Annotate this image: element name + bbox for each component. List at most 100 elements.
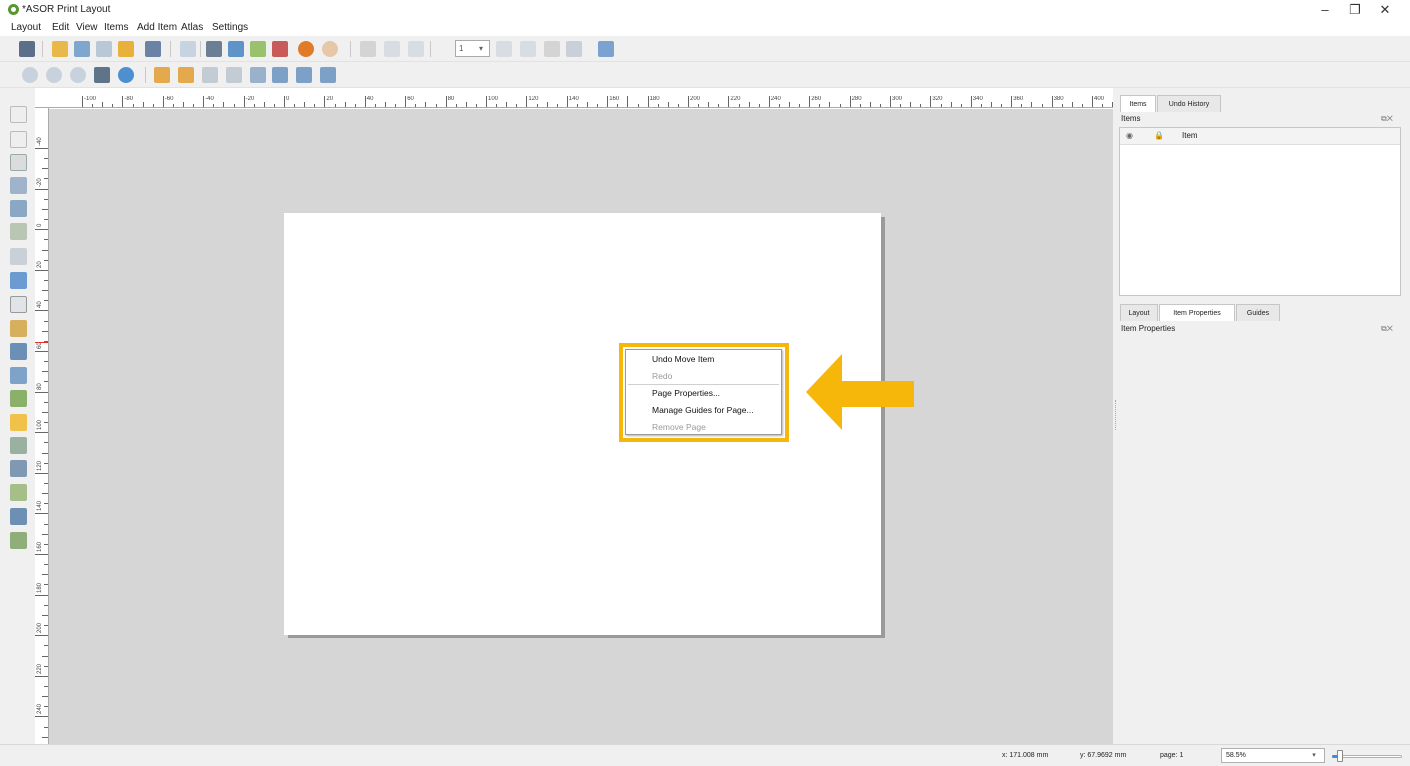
export-svg-icon[interactable] <box>250 41 266 57</box>
manage-guides-menu-item[interactable]: Manage Guides for Page... <box>652 405 754 415</box>
layout-canvas[interactable] <box>49 109 1113 744</box>
zoom-slider-handle[interactable] <box>1337 750 1343 762</box>
add-attribute-table-icon[interactable] <box>10 508 27 525</box>
duplicate-layout-icon[interactable] <box>74 41 90 57</box>
ruler-minor-tick <box>223 102 225 107</box>
chevron-down-icon[interactable]: ▾ <box>472 40 490 57</box>
ruler-label: 180 <box>649 96 660 102</box>
print-icon[interactable] <box>206 41 222 57</box>
chevron-down-icon[interactable]: ▾ <box>1303 748 1325 763</box>
menu-edit[interactable]: Edit <box>52 22 69 33</box>
menu-items[interactable]: Items <box>104 22 128 33</box>
add-html-icon[interactable] <box>10 484 27 501</box>
horizontal-ruler[interactable]: -100 -80 -60 -40 -20 0 20 40 60 80 100 120 140 160 180… <box>35 96 1113 108</box>
add-polyline-icon[interactable] <box>10 437 27 454</box>
resize-items-icon[interactable] <box>320 67 336 83</box>
menu-add-item[interactable]: Add Item <box>137 22 177 33</box>
first-feature-icon[interactable] <box>384 41 400 57</box>
export-image-icon[interactable] <box>228 41 244 57</box>
add-legend-icon[interactable] <box>10 320 27 337</box>
ruler-major-tick <box>162 96 164 107</box>
add-pages-icon[interactable] <box>180 41 196 57</box>
items-tree[interactable]: ◉ 🔒 Item <box>1119 127 1401 296</box>
menu-layout[interactable]: Layout <box>11 22 41 33</box>
add-polygon-icon[interactable] <box>10 460 27 477</box>
items-panel-controls[interactable]: ⧉✕ <box>1381 114 1393 124</box>
ruler-major-tick <box>890 96 891 107</box>
undo-icon[interactable] <box>298 41 314 57</box>
add-shape-icon[interactable] <box>10 390 27 407</box>
group-items-icon[interactable] <box>202 67 218 83</box>
ruler-minor-tick <box>294 104 296 107</box>
ruler-minor-tick <box>42 655 48 657</box>
ruler-minor-tick <box>44 462 48 464</box>
add-scalebar-icon[interactable] <box>10 343 27 360</box>
vertical-ruler[interactable]: -40 -20 0 20 40 60 80 100 120 140 160 180 200 220 240 <box>35 108 49 744</box>
next-feature-icon[interactable] <box>496 41 512 57</box>
export-atlas-icon[interactable] <box>566 41 582 57</box>
refresh-icon[interactable] <box>118 67 134 83</box>
save-layout-icon[interactable] <box>19 41 35 57</box>
lock-icon[interactable]: 🔒 <box>1154 131 1164 140</box>
minimize-button[interactable]: – <box>1310 1 1340 19</box>
move-content-icon[interactable] <box>10 177 27 194</box>
previous-feature-icon[interactable] <box>408 41 424 57</box>
add-map-icon[interactable] <box>10 223 27 240</box>
redo-icon[interactable] <box>322 41 338 57</box>
new-layout-icon[interactable] <box>52 41 68 57</box>
add-3d-map-icon[interactable] <box>10 248 27 265</box>
ruler-minor-tick <box>44 543 48 545</box>
align-items-icon[interactable] <box>272 67 288 83</box>
ruler-major-tick <box>35 675 48 677</box>
export-pdf-icon[interactable] <box>272 41 288 57</box>
undo-move-item-menu-item[interactable]: Undo Move Item <box>652 354 714 364</box>
edit-nodes-icon[interactable] <box>10 200 27 217</box>
properties-panel-controls[interactable]: ⧉✕ <box>1381 324 1393 334</box>
atlas-preview-icon[interactable] <box>360 41 376 57</box>
lower-items-icon[interactable] <box>178 67 194 83</box>
ruler-minor-tick <box>42 208 48 210</box>
layout-manager-icon[interactable] <box>96 41 112 57</box>
page-properties-menu-item[interactable]: Page Properties... <box>652 388 720 398</box>
layout-page[interactable] <box>284 213 881 635</box>
tab-layout[interactable]: Layout <box>1120 304 1158 321</box>
ruler-minor-tick <box>344 102 346 107</box>
tab-undo-history[interactable]: Undo History <box>1157 95 1221 112</box>
distribute-items-icon[interactable] <box>296 67 312 83</box>
add-marker-icon[interactable] <box>10 414 27 431</box>
zoom-full-icon[interactable] <box>94 67 110 83</box>
select-move-icon[interactable] <box>10 154 27 171</box>
ruler-label: 400 <box>1094 96 1105 102</box>
ruler-label: 0 <box>286 96 290 102</box>
lock-items-icon[interactable] <box>250 67 266 83</box>
visibility-eye-icon[interactable]: ◉ <box>1126 131 1133 140</box>
add-north-arrow-icon[interactable] <box>10 367 27 384</box>
maximize-button[interactable]: ❐ <box>1340 1 1370 19</box>
menu-settings[interactable]: Settings <box>212 22 248 33</box>
ruler-label: 240 <box>37 704 43 715</box>
close-button[interactable]: ✕ <box>1370 1 1400 19</box>
save-template-icon[interactable] <box>145 41 161 57</box>
add-fixed-table-icon[interactable] <box>10 532 27 549</box>
open-template-icon[interactable] <box>118 41 134 57</box>
ruler-major-tick <box>364 96 366 107</box>
pan-icon[interactable] <box>10 106 27 123</box>
print-atlas-icon[interactable] <box>544 41 560 57</box>
raise-items-icon[interactable] <box>154 67 170 83</box>
zoom-out-icon[interactable] <box>46 67 62 83</box>
menu-view[interactable]: View <box>76 22 98 33</box>
ruler-minor-tick <box>980 104 982 107</box>
tab-guides[interactable]: Guides <box>1236 304 1280 321</box>
add-picture-icon[interactable] <box>10 272 27 289</box>
tab-item-properties[interactable]: Item Properties <box>1159 304 1235 321</box>
zoom-actual-icon[interactable] <box>70 67 86 83</box>
menu-atlas[interactable]: Atlas <box>181 22 203 33</box>
tab-items[interactable]: Items <box>1120 95 1156 112</box>
zoom-tool-icon[interactable] <box>10 131 27 148</box>
add-label-icon[interactable] <box>10 296 27 313</box>
ungroup-items-icon[interactable] <box>226 67 242 83</box>
dock-splitter[interactable] <box>1115 400 1117 430</box>
atlas-settings-icon[interactable] <box>598 41 614 57</box>
last-feature-icon[interactable] <box>520 41 536 57</box>
zoom-in-icon[interactable] <box>22 67 38 83</box>
